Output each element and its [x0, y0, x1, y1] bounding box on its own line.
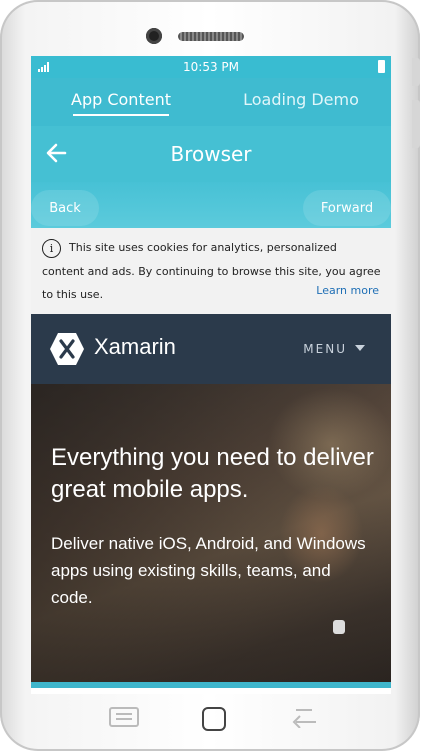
hero-section: Everything you need to deliver great mob… [31, 384, 391, 688]
info-icon: i [42, 238, 61, 258]
forward-button[interactable]: Forward [303, 190, 391, 226]
back-button[interactable]: Back [31, 190, 99, 226]
screen: 10:53 PM App Content Loading Demo Browse… [31, 56, 391, 694]
status-bar: 10:53 PM [31, 56, 391, 78]
learn-more-link[interactable]: Learn more [316, 284, 379, 297]
hero-photo-detail [333, 620, 345, 634]
cookie-banner: i This site uses cookies for analytics, p… [31, 228, 391, 314]
signal-icon [38, 62, 49, 72]
status-time: 10:53 PM [183, 60, 239, 74]
speaker-grille [178, 32, 244, 41]
logo-text[interactable]: Xamarin [94, 334, 176, 360]
hero-title: Everything you need to deliver great mob… [51, 444, 374, 503]
tab-app-content[interactable]: App Content [31, 78, 211, 126]
browser-nav-row: Back Forward [31, 182, 391, 228]
back-arrow-icon[interactable] [45, 142, 67, 164]
xamarin-logo-icon[interactable] [49, 331, 85, 367]
phone-frame: 10:53 PM App Content Loading Demo Browse… [0, 0, 420, 751]
volume-button [412, 100, 420, 148]
hero-bottom-bar [31, 682, 391, 688]
tab-label: Loading Demo [243, 90, 359, 109]
tab-bar: App Content Loading Demo [31, 78, 391, 126]
power-button [412, 58, 420, 86]
battery-icon [378, 60, 385, 73]
page-title: Browser [170, 142, 252, 166]
home-icon[interactable] [201, 706, 227, 732]
menu-label: MENU [303, 342, 347, 356]
tab-loading-demo[interactable]: Loading Demo [211, 78, 391, 126]
recent-apps-icon[interactable] [108, 706, 140, 728]
active-tab-indicator [73, 114, 169, 116]
back-nav-icon[interactable] [288, 706, 320, 728]
caret-down-icon [355, 345, 365, 351]
menu-button[interactable]: MENU [303, 342, 365, 356]
site-header: Xamarin MENU [31, 314, 391, 384]
title-bar: Browser [31, 126, 391, 182]
hero-subtitle: Deliver native iOS, Android, and Windows… [51, 534, 366, 607]
camera-icon [146, 28, 162, 44]
tab-label: App Content [71, 90, 171, 109]
